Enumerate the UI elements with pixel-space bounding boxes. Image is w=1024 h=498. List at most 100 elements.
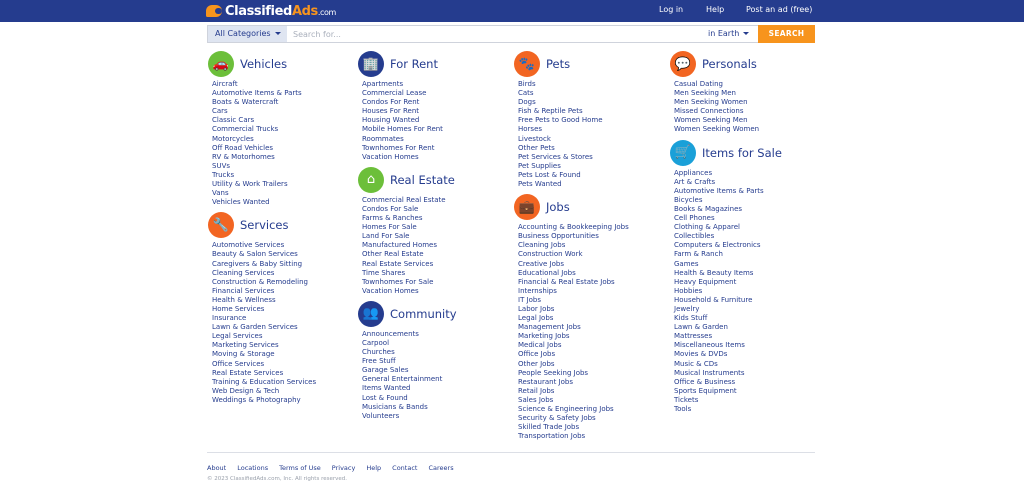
search-button[interactable]: SEARCH [758,25,815,43]
category-header[interactable]: 💼 Jobs [514,193,629,221]
subcategory-link[interactable]: Internships [518,287,629,296]
subcategory-link[interactable]: Aircraft [212,80,316,89]
subcategory-link[interactable]: Real Estate Services [212,369,316,378]
footer-link[interactable]: Locations [237,464,268,472]
subcategory-link[interactable]: Classic Cars [212,116,316,125]
subcategory-link[interactable]: Miscellaneous Items [674,341,782,350]
category-header[interactable]: 🐾 Pets [514,50,629,78]
category-header[interactable]: 🔧 Services [208,211,316,239]
subcategory-link[interactable]: Men Seeking Women [674,98,782,107]
subcategory-link[interactable]: Web Design & Tech [212,387,316,396]
category-title[interactable]: Personals [702,57,757,71]
subcategory-link[interactable]: Townhomes For Sale [362,278,457,287]
subcategory-link[interactable]: Financial Services [212,287,316,296]
help-link[interactable]: Help [706,5,724,14]
subcategory-link[interactable]: Off Road Vehicles [212,144,316,153]
subcategory-link[interactable]: Legal Services [212,332,316,341]
category-header[interactable]: 🚗 Vehicles [208,50,316,78]
subcategory-link[interactable]: Movies & DVDs [674,350,782,359]
subcategory-link[interactable]: RV & Motorhomes [212,153,316,162]
subcategory-link[interactable]: Transportation Jobs [518,432,629,441]
subcategory-link[interactable]: Collectibles [674,232,782,241]
subcategory-link[interactable]: Health & Beauty Items [674,269,782,278]
subcategory-link[interactable]: Business Opportunities [518,232,629,241]
category-header[interactable]: 💬 Personals [670,50,782,78]
subcategory-link[interactable]: Caregivers & Baby Sitting [212,260,316,269]
subcategory-link[interactable]: Appliances [674,169,782,178]
footer-link[interactable]: Contact [392,464,417,472]
login-link[interactable]: Log in [659,5,683,14]
subcategory-link[interactable]: Garage Sales [362,366,457,375]
subcategory-link[interactable]: Utility & Work Trailers [212,180,316,189]
subcategory-link[interactable]: Games [674,260,782,269]
footer-link[interactable]: Help [366,464,381,472]
subcategory-link[interactable]: Casual Dating [674,80,782,89]
subcategory-link[interactable]: Pets Wanted [518,180,629,189]
category-title[interactable]: Jobs [546,200,570,214]
subcategory-link[interactable]: Vehicles Wanted [212,198,316,207]
subcategory-link[interactable]: Automotive Items & Parts [212,89,316,98]
subcategory-link[interactable]: Women Seeking Women [674,125,782,134]
subcategory-link[interactable]: Cats [518,89,629,98]
subcategory-link[interactable]: Announcements [362,330,457,339]
subcategory-link[interactable]: Hobbies [674,287,782,296]
subcategory-link[interactable]: Home Services [212,305,316,314]
subcategory-link[interactable]: Lawn & Garden Services [212,323,316,332]
subcategory-link[interactable]: Heavy Equipment [674,278,782,287]
search-input[interactable] [293,26,693,42]
subcategory-link[interactable]: Other Real Estate [362,250,457,259]
subcategory-link[interactable]: Cell Phones [674,214,782,223]
subcategory-link[interactable]: IT Jobs [518,296,629,305]
footer-link[interactable]: Careers [428,464,453,472]
subcategory-link[interactable]: Vacation Homes [362,153,457,162]
subcategory-link[interactable]: Restaurant Jobs [518,378,629,387]
subcategory-link[interactable]: Free Pets to Good Home [518,116,629,125]
subcategory-link[interactable]: SUVs [212,162,316,171]
subcategory-link[interactable]: Townhomes For Rent [362,144,457,153]
category-title[interactable]: Real Estate [390,173,455,187]
subcategory-link[interactable]: Boats & Watercraft [212,98,316,107]
subcategory-link[interactable]: Marketing Services [212,341,316,350]
subcategory-link[interactable]: Houses For Rent [362,107,457,116]
subcategory-link[interactable]: Automotive Services [212,241,316,250]
subcategory-link[interactable]: Vacation Homes [362,287,457,296]
subcategory-link[interactable]: Tickets [674,396,782,405]
subcategory-link[interactable]: Moving & Storage [212,350,316,359]
subcategory-link[interactable]: Books & Magazines [674,205,782,214]
subcategory-link[interactable]: Health & Wellness [212,296,316,305]
subcategory-link[interactable]: Time Shares [362,269,457,278]
subcategory-link[interactable]: Missed Connections [674,107,782,116]
subcategory-link[interactable]: Land For Sale [362,232,457,241]
subcategory-link[interactable]: Tools [674,405,782,414]
subcategory-link[interactable]: Art & Crafts [674,178,782,187]
subcategory-link[interactable]: Free Stuff [362,357,457,366]
subcategory-link[interactable]: Legal Jobs [518,314,629,323]
subcategory-link[interactable]: Retail Jobs [518,387,629,396]
subcategory-link[interactable]: Insurance [212,314,316,323]
location-select[interactable]: in Earth [708,29,750,38]
subcategory-link[interactable]: Educational Jobs [518,269,629,278]
subcategory-link[interactable]: Farm & Ranch [674,250,782,259]
subcategory-link[interactable]: Beauty & Salon Services [212,250,316,259]
subcategory-link[interactable]: Pets Lost & Found [518,171,629,180]
subcategory-link[interactable]: Commercial Real Estate [362,196,457,205]
subcategory-link[interactable]: Management Jobs [518,323,629,332]
subcategory-link[interactable]: Pet Services & Stores [518,153,629,162]
category-title[interactable]: Services [240,218,289,232]
subcategory-link[interactable]: Cleaning Jobs [518,241,629,250]
subcategory-link[interactable]: Fish & Reptile Pets [518,107,629,116]
subcategory-link[interactable]: Condos For Sale [362,205,457,214]
subcategory-link[interactable]: Training & Education Services [212,378,316,387]
footer-link[interactable]: Terms of Use [279,464,321,472]
category-title[interactable]: Vehicles [240,57,287,71]
subcategory-link[interactable]: Apartments [362,80,457,89]
subcategory-link[interactable]: Cars [212,107,316,116]
subcategory-link[interactable]: Other Pets [518,144,629,153]
post-ad-link[interactable]: Post an ad (free) [746,5,812,14]
subcategory-link[interactable]: Computers & Electronics [674,241,782,250]
subcategory-link[interactable]: Dogs [518,98,629,107]
subcategory-link[interactable]: Commercial Trucks [212,125,316,134]
subcategory-link[interactable]: Lawn & Garden [674,323,782,332]
subcategory-link[interactable]: Livestock [518,135,629,144]
subcategory-link[interactable]: Roommates [362,135,457,144]
